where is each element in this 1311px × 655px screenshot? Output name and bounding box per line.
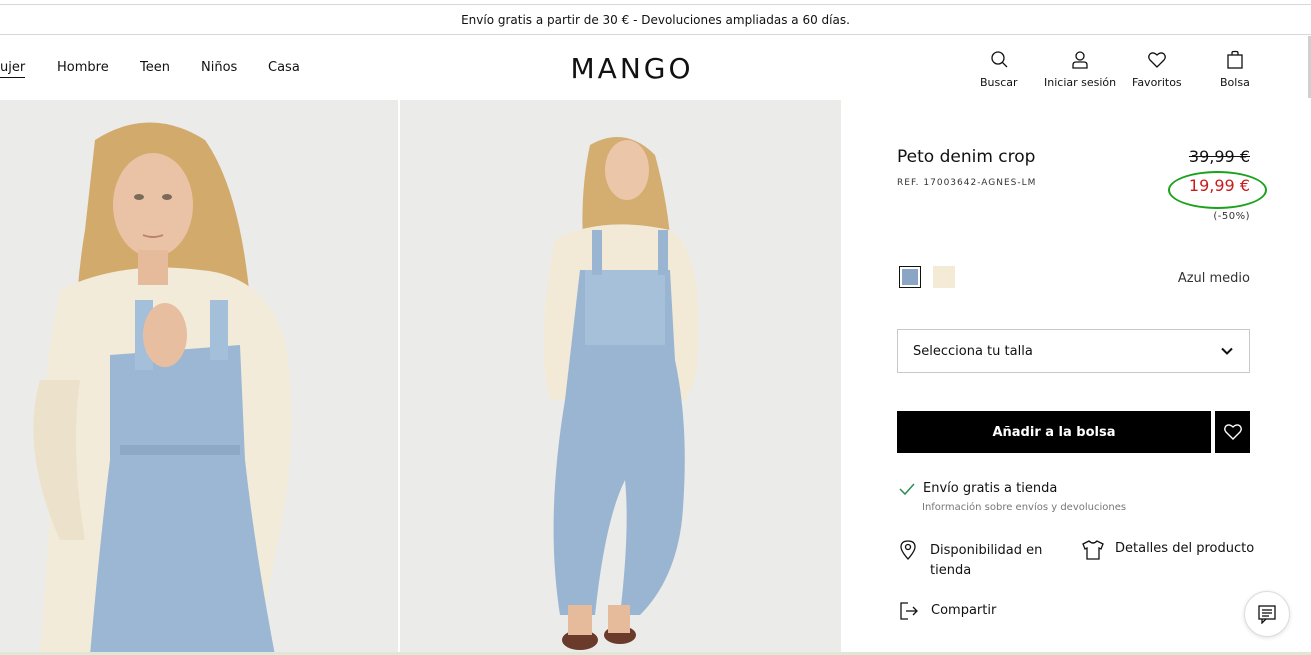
search-icon xyxy=(991,51,1008,68)
product-ref: REF. 17003642-AGNES-LM xyxy=(897,178,1037,188)
bag-icon xyxy=(1227,50,1243,69)
nav-item-hombre[interactable]: Hombre xyxy=(57,60,109,75)
selected-color-name: Azul medio xyxy=(1177,271,1250,286)
store-availability-link[interactable]: Disponibilidad en tienda xyxy=(930,541,1050,581)
nav-item-teen[interactable]: Teen xyxy=(140,60,170,75)
discount-badge: (-50%) xyxy=(1213,211,1250,222)
heart-icon xyxy=(1147,52,1166,68)
site-header: ujer Hombre Teen Niños Casa MANGO Buscar… xyxy=(0,36,1311,100)
mango-logo[interactable]: MANGO xyxy=(561,52,703,85)
search-label: Buscar xyxy=(980,76,1018,89)
nav-item-mujer[interactable]: ujer xyxy=(0,60,26,78)
color-swatch-azul-medio[interactable] xyxy=(899,266,921,288)
nav-item-ninos[interactable]: Niños xyxy=(201,60,237,75)
size-select-label: Selecciona tu talla xyxy=(913,343,1033,359)
favorites-label: Favoritos xyxy=(1132,76,1182,89)
bag-label: Bolsa xyxy=(1220,76,1250,89)
nav-item-casa[interactable]: Casa xyxy=(268,60,300,75)
product-title: Peto denim crop xyxy=(897,147,1036,167)
shipping-title: Envío gratis a tienda xyxy=(923,481,1058,496)
user-icon xyxy=(1072,51,1088,69)
check-icon xyxy=(899,483,915,496)
model-closeup-image xyxy=(0,100,398,655)
add-to-favorites-button[interactable] xyxy=(1215,411,1250,453)
location-pin-icon xyxy=(900,540,916,560)
product-details-link[interactable]: Detalles del producto xyxy=(1115,541,1254,556)
chevron-down-icon xyxy=(1221,347,1233,355)
login-button[interactable]: Iniciar sesión xyxy=(1044,50,1116,89)
add-to-bag-button[interactable]: Añadir a la bolsa xyxy=(897,411,1211,453)
swatch-fill xyxy=(933,266,955,288)
favorites-button[interactable]: Favoritos xyxy=(1132,50,1182,89)
login-label: Iniciar sesión xyxy=(1044,76,1117,89)
chat-button[interactable] xyxy=(1244,591,1290,637)
promo-banner: Envío gratis a partir de 30 € - Devoluci… xyxy=(0,5,1311,35)
product-info-panel: Peto denim crop REF. 17003642-AGNES-LM 3… xyxy=(842,100,1311,655)
chat-icon xyxy=(1258,605,1276,624)
tshirt-icon xyxy=(1082,540,1104,560)
original-price: 39,99 € xyxy=(1188,147,1250,166)
share-link[interactable]: Compartir xyxy=(931,603,996,618)
heart-icon xyxy=(1223,424,1242,440)
color-swatch-crudo[interactable] xyxy=(933,266,955,288)
product-gallery xyxy=(0,100,841,655)
promo-text: Envío gratis a partir de 30 € - Devoluci… xyxy=(461,12,850,27)
shipping-info-link[interactable]: Información sobre envíos y devoluciones xyxy=(922,502,1126,513)
share-icon xyxy=(900,602,918,620)
bag-button[interactable]: Bolsa xyxy=(1220,50,1250,89)
product-photo-full[interactable] xyxy=(400,100,841,655)
search-button[interactable]: Buscar xyxy=(980,50,1018,89)
size-select[interactable]: Selecciona tu talla xyxy=(897,329,1250,373)
swatch-fill xyxy=(902,269,918,285)
product-photo-closeup[interactable] xyxy=(0,100,398,655)
model-full-image xyxy=(400,100,841,655)
price-highlight-circle xyxy=(1168,171,1267,209)
